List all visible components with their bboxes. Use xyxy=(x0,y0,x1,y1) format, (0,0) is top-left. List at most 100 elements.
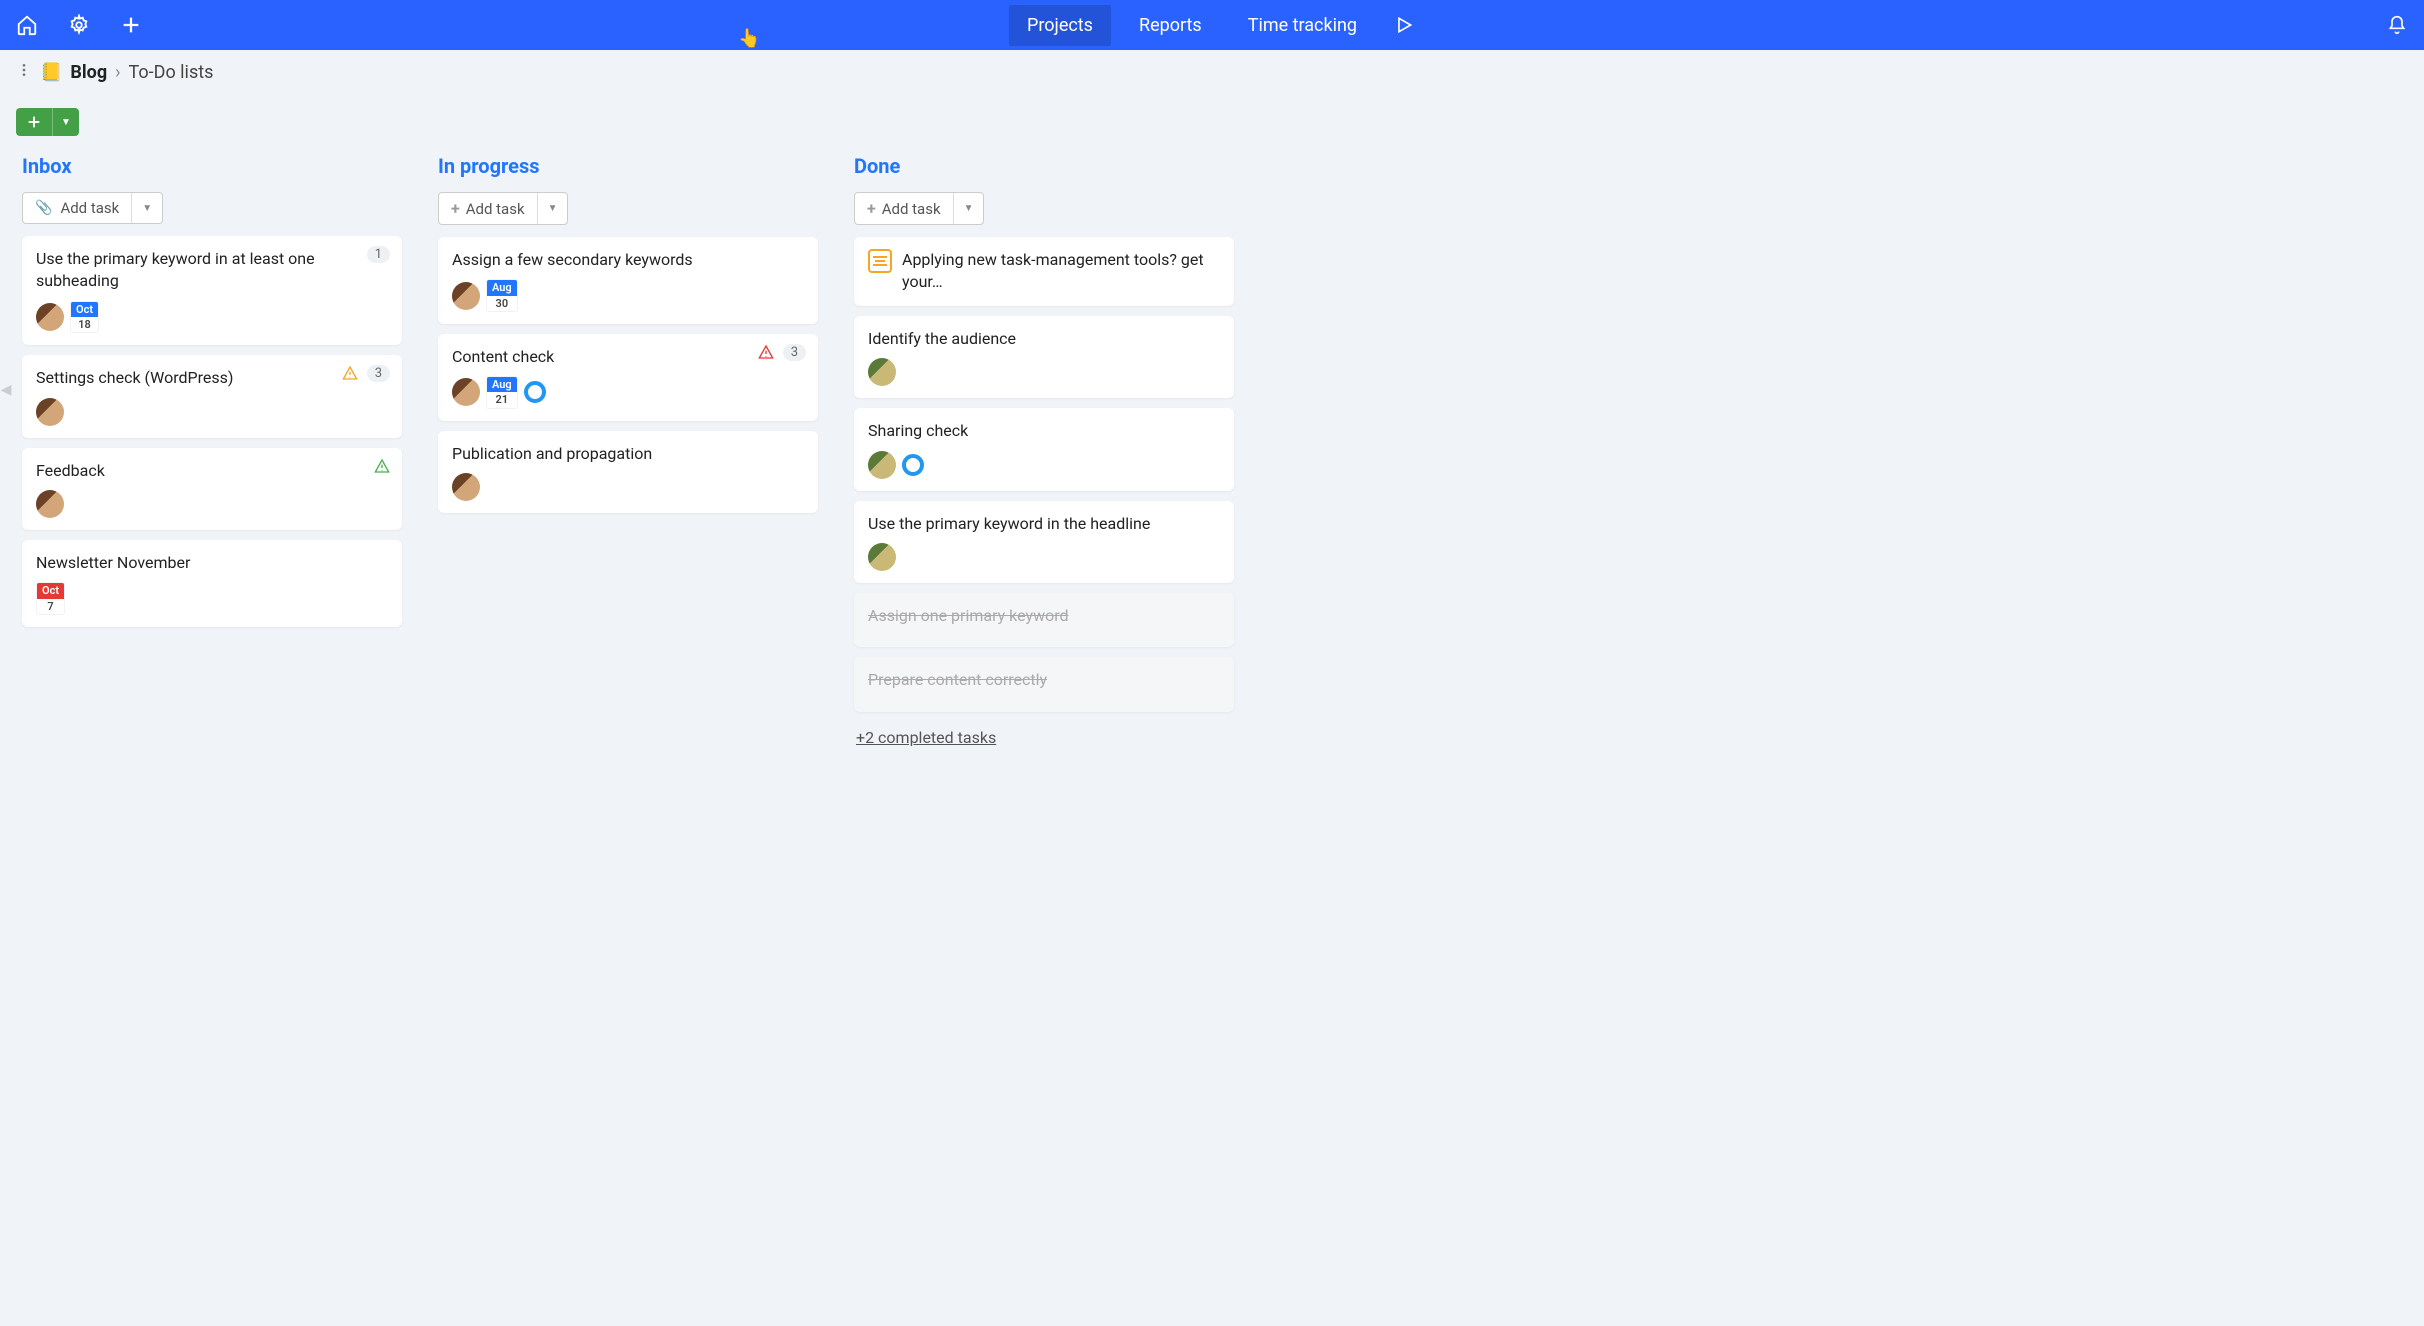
card-meta-row xyxy=(36,490,388,518)
task-card[interactable]: Feedback xyxy=(22,448,402,530)
gear-icon[interactable] xyxy=(68,14,90,36)
breadcrumb-sep: › xyxy=(115,62,120,83)
card-meta-row xyxy=(868,451,1220,479)
card-title: Newsletter November xyxy=(36,552,388,574)
add-task-button[interactable]: + Add task ▼ xyxy=(438,192,568,225)
add-task-label: Add task xyxy=(882,200,941,218)
nav-time-tracking[interactable]: Time tracking xyxy=(1230,5,1375,46)
breadcrumb-project[interactable]: Blog xyxy=(70,62,107,83)
card-meta-row xyxy=(868,543,1220,571)
task-card[interactable]: Content check3Aug21 xyxy=(438,334,818,421)
card-title: Assign one primary keyword xyxy=(868,605,1220,627)
card-title: Publication and propagation xyxy=(452,443,804,465)
breadcrumb-sub: To-Do lists xyxy=(129,62,214,83)
date-pill: Aug30 xyxy=(486,279,518,311)
column: Inbox 📎 Add task ▼ Use the primary keyword i… xyxy=(22,154,402,637)
chevron-down-icon[interactable]: ▼ xyxy=(52,108,79,136)
date-day: 18 xyxy=(73,317,96,332)
chevron-down-icon[interactable]: ▼ xyxy=(953,193,984,224)
expand-handle-icon[interactable]: ◀ xyxy=(0,380,12,400)
task-card[interactable]: Use the primary keyword in the headline xyxy=(854,501,1234,583)
plus-icon: + xyxy=(451,199,460,218)
add-task-label: Add task xyxy=(466,200,525,218)
progress-ring-icon xyxy=(524,381,546,403)
count-badge: 3 xyxy=(367,365,390,382)
add-task-button[interactable]: + Add task ▼ xyxy=(854,192,984,225)
date-month: Aug xyxy=(487,377,517,392)
avatar xyxy=(452,282,480,310)
card-title: Settings check (WordPress) xyxy=(36,367,388,389)
card-meta-row xyxy=(36,398,388,426)
column: In progress + Add task ▼ Assign a few second… xyxy=(438,154,818,523)
card-meta-row: Aug30 xyxy=(452,279,804,311)
task-card[interactable]: Use the primary keyword in at least one … xyxy=(22,236,402,345)
task-card[interactable]: Settings check (WordPress)3 xyxy=(22,355,402,437)
date-pill: Oct7 xyxy=(36,582,65,614)
count-badge: 3 xyxy=(783,344,806,361)
date-day: 7 xyxy=(42,599,58,614)
nav-projects[interactable]: Projects xyxy=(1009,5,1111,46)
task-card[interactable]: Sharing check xyxy=(854,408,1234,490)
more-completed-link[interactable]: +2 completed tasks xyxy=(854,722,1234,753)
card-title: Feedback xyxy=(36,460,388,482)
chevron-down-icon[interactable]: ▼ xyxy=(537,193,568,224)
cursor-icon: 👆 xyxy=(738,28,760,49)
avatar xyxy=(868,451,896,479)
task-card[interactable]: Identify the audience xyxy=(854,316,1234,398)
avatar xyxy=(868,358,896,386)
add-task-button[interactable]: 📎 Add task ▼ xyxy=(22,192,163,224)
task-card[interactable]: Assign one primary keyword xyxy=(854,593,1234,647)
nav-reports[interactable]: Reports xyxy=(1121,5,1220,46)
topbar-nav: Projects Reports Time tracking xyxy=(1009,5,1415,46)
warning-icon xyxy=(342,365,358,385)
column-title: Inbox xyxy=(22,154,402,178)
card-meta-row xyxy=(452,473,804,501)
task-card[interactable]: Publication and propagation xyxy=(438,431,818,513)
task-card[interactable]: Applying new task-management tools? get … xyxy=(854,237,1234,306)
count-badge: 1 xyxy=(367,246,390,263)
add-task-label: Add task xyxy=(60,199,119,217)
paperclip-icon: 📎 xyxy=(35,200,52,216)
date-pill: Oct18 xyxy=(70,301,99,333)
note-icon xyxy=(868,249,892,273)
topbar-left xyxy=(16,14,142,36)
avatar xyxy=(36,490,64,518)
plus-icon xyxy=(16,108,52,136)
date-month: Aug xyxy=(487,280,517,295)
warning-icon xyxy=(374,458,390,478)
avatar xyxy=(452,378,480,406)
date-month: Oct xyxy=(71,302,98,317)
date-day: 21 xyxy=(491,392,514,407)
card-title: Use the primary keyword in at least one … xyxy=(36,248,388,293)
column-title: Done xyxy=(854,154,1234,178)
task-card[interactable]: Newsletter November Oct7 xyxy=(22,540,402,627)
column-title: In progress xyxy=(438,154,818,178)
date-month: Oct xyxy=(37,583,64,598)
card-title: Assign a few secondary keywords xyxy=(452,249,804,271)
avatar xyxy=(36,398,64,426)
plus-icon[interactable] xyxy=(120,14,142,36)
column: Done + Add task ▼ Applying new task-manageme… xyxy=(854,154,1234,753)
play-icon[interactable] xyxy=(1393,14,1415,36)
card-meta-row: Oct18 xyxy=(36,301,388,333)
card-title: Identify the audience xyxy=(868,328,1220,350)
warning-icon xyxy=(758,344,774,364)
progress-ring-icon xyxy=(902,454,924,476)
date-pill: Aug21 xyxy=(486,376,518,408)
card-title: Sharing check xyxy=(868,420,1220,442)
task-card[interactable]: Prepare content correctly xyxy=(854,657,1234,711)
home-icon[interactable] xyxy=(16,14,38,36)
avatar xyxy=(36,303,64,331)
chevron-down-icon[interactable]: ▼ xyxy=(131,193,162,223)
plus-icon: + xyxy=(867,199,876,218)
task-card[interactable]: Assign a few secondary keywords Aug30 xyxy=(438,237,818,324)
more-menu-icon[interactable] xyxy=(16,62,32,83)
date-day: 30 xyxy=(491,296,514,311)
breadcrumb-bar: 📒 Blog › To-Do lists xyxy=(0,50,2424,94)
bell-icon[interactable] xyxy=(2386,14,2408,36)
avatar xyxy=(452,473,480,501)
project-icon: 📒 xyxy=(40,62,62,83)
add-new-button[interactable]: ▼ xyxy=(16,108,79,136)
top-bar: Projects Reports Time tracking 👆 xyxy=(0,0,2424,50)
card-title: Use the primary keyword in the headline xyxy=(868,513,1220,535)
